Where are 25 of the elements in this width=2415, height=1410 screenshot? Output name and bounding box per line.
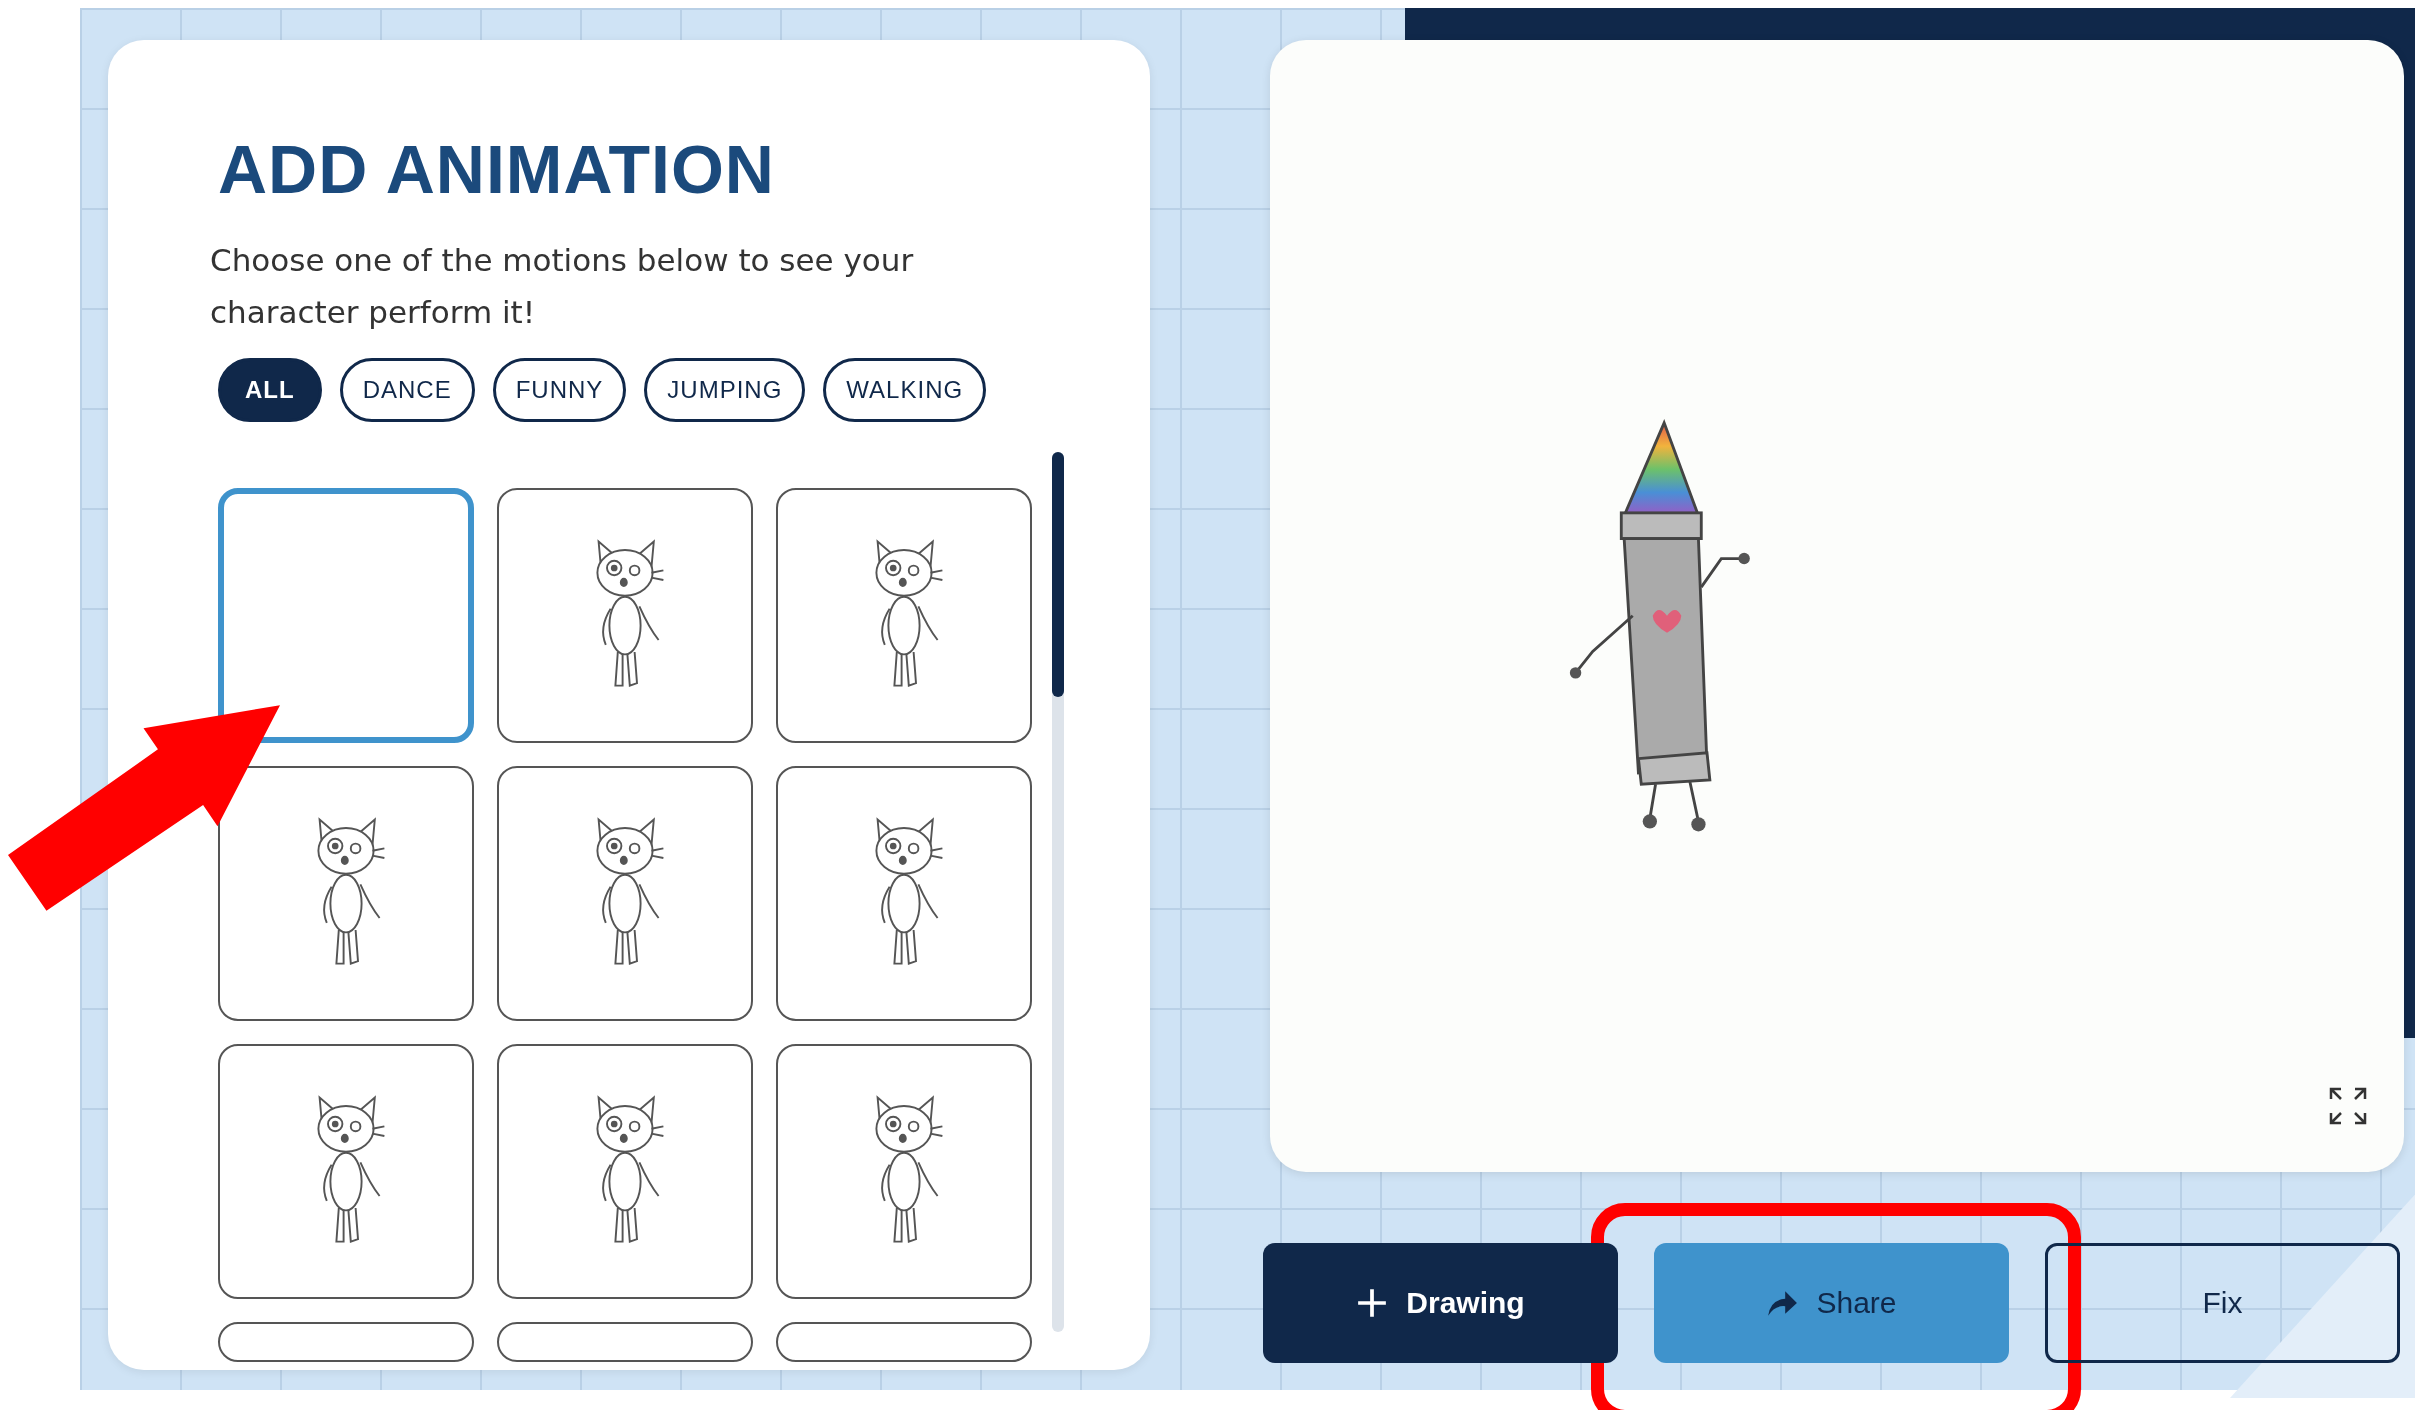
action-button[interactable]: Fix: [2045, 1243, 2400, 1363]
motion-tile[interactable]: [218, 766, 474, 1021]
panel-title: ADD ANIMATION: [218, 130, 776, 208]
motion-tile[interactable]: [218, 1044, 474, 1299]
motion-tile[interactable]: [497, 488, 753, 743]
motion-tile[interactable]: [776, 1322, 1032, 1362]
motion-tile[interactable]: [776, 1044, 1032, 1299]
motion-tile[interactable]: [218, 488, 474, 743]
filter-chip[interactable]: DANCE: [339, 358, 475, 422]
motion-tile[interactable]: [776, 766, 1032, 1021]
filter-chip[interactable]: WALKING: [823, 358, 987, 422]
filter-chip[interactable]: FUNNY: [492, 358, 627, 422]
filter-chip[interactable]: JUMPING: [644, 358, 806, 422]
fullscreen-icon[interactable]: [2328, 1086, 2368, 1126]
panel-description: Choose one of the motions below to see your character perform it!: [210, 241, 915, 332]
motion-tile[interactable]: [776, 488, 1032, 743]
motion-tile[interactable]: [497, 1044, 753, 1299]
motion-tile[interactable]: [497, 766, 753, 1021]
action-button[interactable]: Share: [1654, 1243, 2009, 1363]
motion-tile[interactable]: [218, 1322, 474, 1362]
filter-chip[interactable]: ALL: [218, 358, 322, 422]
motion-tile[interactable]: [497, 1322, 753, 1362]
plus-icon: [1356, 1287, 1389, 1319]
action-button[interactable]: Drawing: [1263, 1243, 1618, 1363]
scrollbar-thumb[interactable]: [1052, 452, 1064, 697]
